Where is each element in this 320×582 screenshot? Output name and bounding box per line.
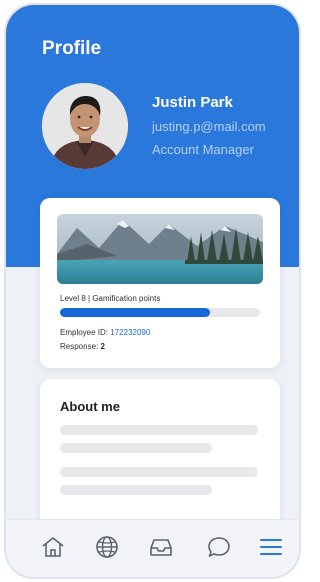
response-label: Response:: [60, 342, 99, 351]
bottom-navigation: [6, 519, 299, 577]
stats-card: Level 8 | Gamification points Employee I…: [40, 198, 280, 368]
level-label: Level 8 | Gamification points: [60, 294, 161, 303]
employee-id-row: Employee ID: 172232090: [60, 328, 150, 337]
placeholder-line: [60, 425, 258, 435]
points-progress-fill: [60, 308, 210, 317]
placeholder-line: [60, 443, 212, 453]
response-row: Response: 2: [60, 342, 105, 351]
landscape-banner-image: [57, 214, 263, 284]
profile-email: justing.p@mail.com: [152, 119, 266, 134]
nav-home[interactable]: [38, 532, 68, 562]
placeholder-line: [60, 467, 258, 477]
response-value: 2: [100, 342, 105, 351]
globe-icon: [96, 536, 118, 558]
nav-menu[interactable]: [256, 532, 286, 562]
nav-globe[interactable]: [92, 532, 122, 562]
points-progress-bar: [60, 308, 260, 317]
inbox-icon: [150, 539, 172, 556]
profile-name: Justin Park: [152, 94, 233, 111]
about-card: About me: [40, 379, 280, 529]
nav-chat[interactable]: [204, 532, 234, 562]
about-title: About me: [60, 399, 120, 414]
profile-role: Account Manager: [152, 142, 254, 157]
home-icon: [42, 537, 64, 557]
phone-frame: Profile Justin Park justing.p@mail.com A…: [4, 3, 301, 579]
employee-id-label: Employee ID:: [60, 328, 109, 337]
chat-bubble-icon: [208, 537, 230, 557]
menu-icon: [260, 539, 282, 555]
page-title: Profile: [42, 38, 102, 59]
employee-id-value: 172232090: [110, 328, 151, 337]
avatar: [42, 83, 128, 169]
nav-inbox[interactable]: [146, 532, 176, 562]
placeholder-line: [60, 485, 212, 495]
